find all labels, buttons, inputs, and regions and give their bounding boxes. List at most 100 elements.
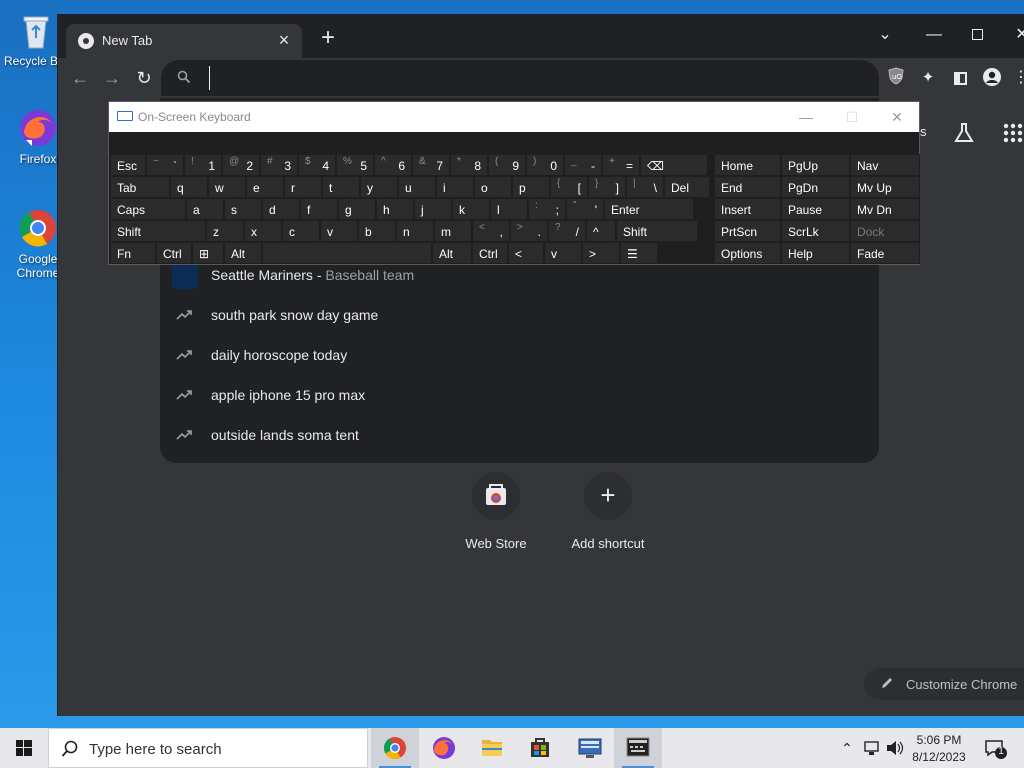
osk-nav-key[interactable]: Mv Dn <box>850 198 920 220</box>
taskbar-on-screen-keyboard[interactable] <box>614 728 662 768</box>
osk-key[interactable]: y <box>360 176 398 198</box>
osk-key[interactable]: Shift <box>616 220 698 242</box>
tab-search-chevron-icon[interactable]: ⌄ <box>865 20 905 50</box>
osk-key[interactable] <box>262 242 432 264</box>
osk-nav-key[interactable]: Home <box>714 154 781 176</box>
osk-key[interactable]: ! 1 <box>184 154 222 176</box>
osk-key[interactable]: Ctrl <box>156 242 192 264</box>
forward-button[interactable]: → <box>99 66 125 90</box>
osk-nav-key[interactable]: PgDn <box>781 176 850 198</box>
osk-key[interactable]: x <box>244 220 282 242</box>
osk-key[interactable]: l <box>490 198 528 220</box>
network-icon[interactable] <box>862 728 882 768</box>
shortcut-web-store[interactable]: Web Store <box>440 472 552 551</box>
start-button[interactable] <box>0 728 48 768</box>
osk-key[interactable]: }] <box>588 176 626 198</box>
osk-key[interactable]: g <box>338 198 376 220</box>
osk-key[interactable]: Tab <box>110 176 170 198</box>
google-apps-grid-icon[interactable] <box>1002 122 1024 144</box>
taskbar-search-box[interactable]: Type here to search <box>48 728 368 768</box>
osk-nav-key[interactable]: Fade <box>850 242 920 264</box>
osk-key[interactable]: ? / <box>548 220 586 242</box>
taskbar-chrome[interactable] <box>371 728 419 768</box>
maximize-button[interactable] <box>957 20 997 50</box>
osk-key[interactable]: q <box>170 176 208 198</box>
osk-key[interactable]: < <box>508 242 544 264</box>
osk-nav-key[interactable]: End <box>714 176 781 198</box>
osk-key[interactable]: o <box>474 176 512 198</box>
suggestion-row[interactable]: outside lands soma tent <box>160 415 879 455</box>
taskbar-firefox[interactable] <box>420 728 468 768</box>
osk-key[interactable]: z <box>206 220 244 242</box>
tab-new-tab[interactable]: New Tab × <box>66 24 302 58</box>
osk-key[interactable]: v <box>544 242 582 264</box>
osk-key[interactable]: (9 <box>488 154 526 176</box>
profile-avatar-icon[interactable] <box>981 67 1003 89</box>
gmail-images-link-fragment[interactable]: s <box>920 124 927 139</box>
labs-flask-icon[interactable] <box>953 122 975 144</box>
osk-key[interactable]: v <box>320 220 358 242</box>
osk-key[interactable]: >. <box>510 220 548 242</box>
osk-nav-key[interactable]: Options <box>714 242 781 264</box>
address-input[interactable] <box>209 66 849 90</box>
osk-key[interactable]: #3 <box>260 154 298 176</box>
customize-chrome-button[interactable]: Customize Chrome <box>864 668 1024 700</box>
osk-key[interactable]: Esc <box>110 154 146 176</box>
osk-key[interactable]: ^ 6 <box>374 154 412 176</box>
osk-key[interactable]: {[ <box>550 176 588 198</box>
osk-key[interactable]: m <box>434 220 472 242</box>
osk-key[interactable]: _ - <box>564 154 602 176</box>
osk-key[interactable]: f <box>300 198 338 220</box>
osk-key[interactable]: w <box>208 176 246 198</box>
osk-key[interactable]: Shift <box>110 220 206 242</box>
osk-key[interactable]: ^ <box>586 220 616 242</box>
osk-nav-key[interactable]: PgUp <box>781 154 850 176</box>
taskbar-remote-desktop[interactable] <box>566 728 614 768</box>
osk-nav-key[interactable]: Insert <box>714 198 781 220</box>
side-panel-icon[interactable] <box>949 67 971 89</box>
chrome-menu-icon[interactable]: ⋮ <box>1013 67 1024 89</box>
omnibox[interactable] <box>161 60 879 96</box>
osk-key[interactable]: s <box>224 198 262 220</box>
osk-key[interactable]: * 8 <box>450 154 488 176</box>
osk-key[interactable]: " ' <box>566 198 604 220</box>
clock[interactable]: 5:06 PM 8/12/2023 <box>906 728 972 768</box>
osk-maximize-button[interactable]: ☐ <box>837 106 867 128</box>
osk-nav-key[interactable]: Nav <box>850 154 920 176</box>
osk-key[interactable]: u <box>398 176 436 198</box>
osk-key[interactable]: d <box>262 198 300 220</box>
suggestion-row[interactable]: south park snow day game <box>160 295 879 335</box>
osk-key[interactable]: h <box>376 198 414 220</box>
minimize-button[interactable]: — <box>914 20 954 50</box>
tab-close-icon[interactable]: × <box>274 30 294 50</box>
osk-key[interactable]: e <box>246 176 284 198</box>
osk-key[interactable]: @2 <box>222 154 260 176</box>
notification-center-button[interactable]: 1 <box>978 728 1018 768</box>
osk-nav-key[interactable]: Pause <box>781 198 850 220</box>
osk-key[interactable]: t <box>322 176 360 198</box>
osk-key[interactable]: Ctrl <box>472 242 508 264</box>
extensions-puzzle-icon[interactable]: ✦ <box>917 67 939 89</box>
osk-minimize-button[interactable]: — <box>791 106 821 128</box>
osk-key[interactable]: Caps <box>110 198 186 220</box>
osk-key[interactable]: | \ <box>626 176 664 198</box>
osk-key[interactable]: & 7 <box>412 154 450 176</box>
osk-nav-key[interactable]: Mv Up <box>850 176 920 198</box>
osk-key[interactable]: ⌫ <box>640 154 708 176</box>
osk-key[interactable]: > <box>582 242 620 264</box>
osk-key[interactable]: c <box>282 220 320 242</box>
shortcut-add[interactable]: + Add shortcut <box>552 472 664 551</box>
osk-key[interactable]: <, <box>472 220 510 242</box>
osk-key[interactable]: j <box>414 198 452 220</box>
tray-overflow-chevron-icon[interactable]: ⌃ <box>838 728 856 768</box>
osk-key[interactable]: Del <box>664 176 710 198</box>
osk-key[interactable]: ~ ` <box>146 154 184 176</box>
osk-key[interactable]: ☰ <box>620 242 658 264</box>
suggestion-row[interactable]: apple iphone 15 pro max <box>160 375 879 415</box>
osk-key[interactable]: k <box>452 198 490 220</box>
osk-key[interactable]: a <box>186 198 224 220</box>
osk-key[interactable]: p <box>512 176 550 198</box>
osk-key[interactable]: i <box>436 176 474 198</box>
taskbar-file-explorer[interactable] <box>468 728 516 768</box>
osk-key[interactable]: b <box>358 220 396 242</box>
